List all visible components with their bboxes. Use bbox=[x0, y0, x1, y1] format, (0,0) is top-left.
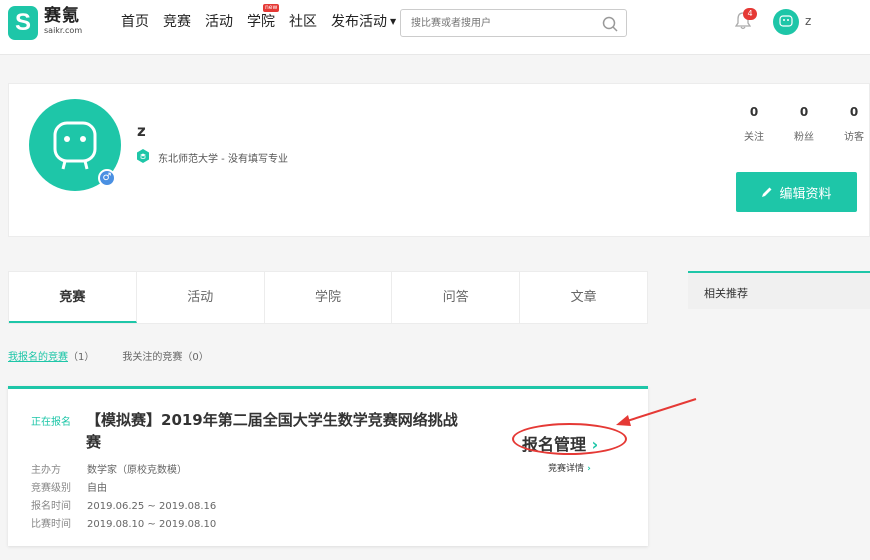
stat-followers-label: 粉丝 bbox=[794, 132, 814, 143]
pencil-icon bbox=[762, 187, 772, 197]
stat-visitors-label: 访客 bbox=[844, 132, 864, 143]
logo[interactable]: S bbox=[8, 6, 38, 40]
stat-following-label: 关注 bbox=[744, 132, 764, 143]
subtab-followed-label: 我关注的竞赛 bbox=[122, 352, 183, 363]
school-info: 东北师范大学 - 没有填写专业 bbox=[158, 154, 288, 165]
subtab-registered-label: 我报名的竞赛 bbox=[8, 352, 68, 363]
level-row: 竞赛级别 自由 bbox=[31, 479, 107, 494]
level-value: 自由 bbox=[87, 483, 107, 494]
logo-cn: 赛氪 bbox=[44, 6, 80, 26]
organizer-label: 主办方 bbox=[31, 465, 61, 476]
tab-academy[interactable]: 学院 bbox=[265, 272, 393, 323]
male-icon: ♂ bbox=[98, 169, 116, 187]
chevron-right-icon: › bbox=[584, 464, 591, 474]
search-box bbox=[400, 9, 627, 37]
tab-activities[interactable]: 活动 bbox=[137, 272, 265, 323]
annotation-arrow-icon bbox=[616, 398, 697, 426]
profile-stats: 0 关注 0 粉丝 0 访客 bbox=[729, 104, 870, 143]
search-icon[interactable] bbox=[602, 16, 618, 32]
profile-username: z bbox=[137, 122, 146, 140]
logo-en: saikr.com bbox=[44, 26, 83, 35]
nav-publish-activity[interactable]: 发布活动 ▼ bbox=[331, 12, 396, 32]
subtabs: 我报名的竞赛（1） 我关注的竞赛（0） bbox=[8, 348, 209, 363]
stat-following[interactable]: 0 关注 bbox=[729, 104, 779, 143]
organizer-row: 主办方 数学家（原校克数模） bbox=[31, 461, 187, 476]
level-label: 竞赛级别 bbox=[31, 483, 71, 494]
tab-competitions[interactable]: 竞赛 bbox=[9, 272, 137, 323]
search-input[interactable] bbox=[401, 10, 591, 36]
notification-count-badge: 4 bbox=[743, 8, 757, 20]
main-nav: 首页 竞赛 活动 学院 new 社区 发布活动 ▼ bbox=[121, 4, 410, 32]
top-header: S 赛氪 saikr.com 首页 竞赛 活动 学院 new 社区 发布活动▼ 4… bbox=[0, 0, 870, 55]
competition-detail-label: 竞赛详情 bbox=[548, 464, 585, 474]
stat-visitors[interactable]: 0 访客 bbox=[829, 104, 870, 143]
registration-time-value: 2019.06.25 ~ 2019.08.16 bbox=[87, 501, 217, 512]
avatar-face-icon bbox=[779, 15, 793, 27]
nav-home[interactable]: 首页 bbox=[121, 12, 149, 32]
competition-title[interactable]: 【模拟赛】2019年第二届全国大学生数学竞赛网络挑战赛 bbox=[86, 409, 466, 453]
recommendations-title: 相关推荐 bbox=[704, 287, 748, 300]
nav-community[interactable]: 社区 bbox=[289, 12, 317, 32]
nav-activities[interactable]: 活动 bbox=[205, 12, 233, 32]
registration-time-label: 报名时间 bbox=[31, 501, 71, 512]
subtab-registered[interactable]: 我报名的竞赛（1） bbox=[8, 348, 94, 363]
subtab-registered-count: （1） bbox=[68, 352, 95, 363]
logo-text[interactable]: 赛氪 saikr.com bbox=[44, 6, 82, 36]
content-tabs: 竞赛 活动 学院 问答 文章 bbox=[8, 271, 648, 324]
nav-publish-label: 发布活动 bbox=[331, 14, 387, 30]
tab-qa[interactable]: 问答 bbox=[392, 272, 521, 323]
competition-detail-link[interactable]: 竞赛详情 › bbox=[548, 461, 591, 474]
stat-following-count: 0 bbox=[749, 105, 759, 119]
subtab-followed[interactable]: 我关注的竞赛（0） bbox=[122, 348, 208, 363]
school-icon bbox=[137, 149, 149, 163]
status-badge: 正在报名 bbox=[31, 417, 71, 428]
stat-followers-count: 0 bbox=[799, 105, 809, 119]
new-badge: new bbox=[263, 4, 280, 12]
edit-profile-button[interactable]: 编辑资料 bbox=[736, 172, 857, 212]
stat-visitors-count: 0 bbox=[849, 105, 859, 119]
profile-card: ♂ z 东北师范大学 - 没有填写专业 0 关注 0 粉丝 0 访客 编辑资料 bbox=[8, 83, 870, 237]
nav-competitions[interactable]: 竞赛 bbox=[163, 12, 191, 32]
nav-academy-label: 学院 bbox=[247, 14, 275, 30]
header-username[interactable]: z bbox=[805, 14, 811, 28]
header-avatar[interactable] bbox=[773, 9, 799, 35]
competition-time-row: 比赛时间 2019.08.10 ~ 2019.08.10 bbox=[31, 515, 216, 530]
organizer-value: 数学家（原校克数模） bbox=[87, 465, 187, 476]
caret-down-icon: ▼ bbox=[390, 17, 397, 26]
stat-followers[interactable]: 0 粉丝 bbox=[779, 104, 829, 143]
registration-time-row: 报名时间 2019.06.25 ~ 2019.08.16 bbox=[31, 497, 216, 512]
tab-articles[interactable]: 文章 bbox=[520, 272, 647, 323]
edit-profile-label: 编辑资料 bbox=[779, 186, 832, 202]
competition-card: 正在报名 【模拟赛】2019年第二届全国大学生数学竞赛网络挑战赛 主办方 数学家（… bbox=[8, 386, 648, 546]
subtab-followed-count: （0） bbox=[182, 352, 209, 363]
competition-time-value: 2019.08.10 ~ 2019.08.10 bbox=[87, 519, 217, 530]
nav-academy[interactable]: 学院 new bbox=[247, 4, 280, 32]
competition-time-label: 比赛时间 bbox=[31, 519, 71, 530]
recommendations-panel: 相关推荐 bbox=[688, 271, 870, 309]
